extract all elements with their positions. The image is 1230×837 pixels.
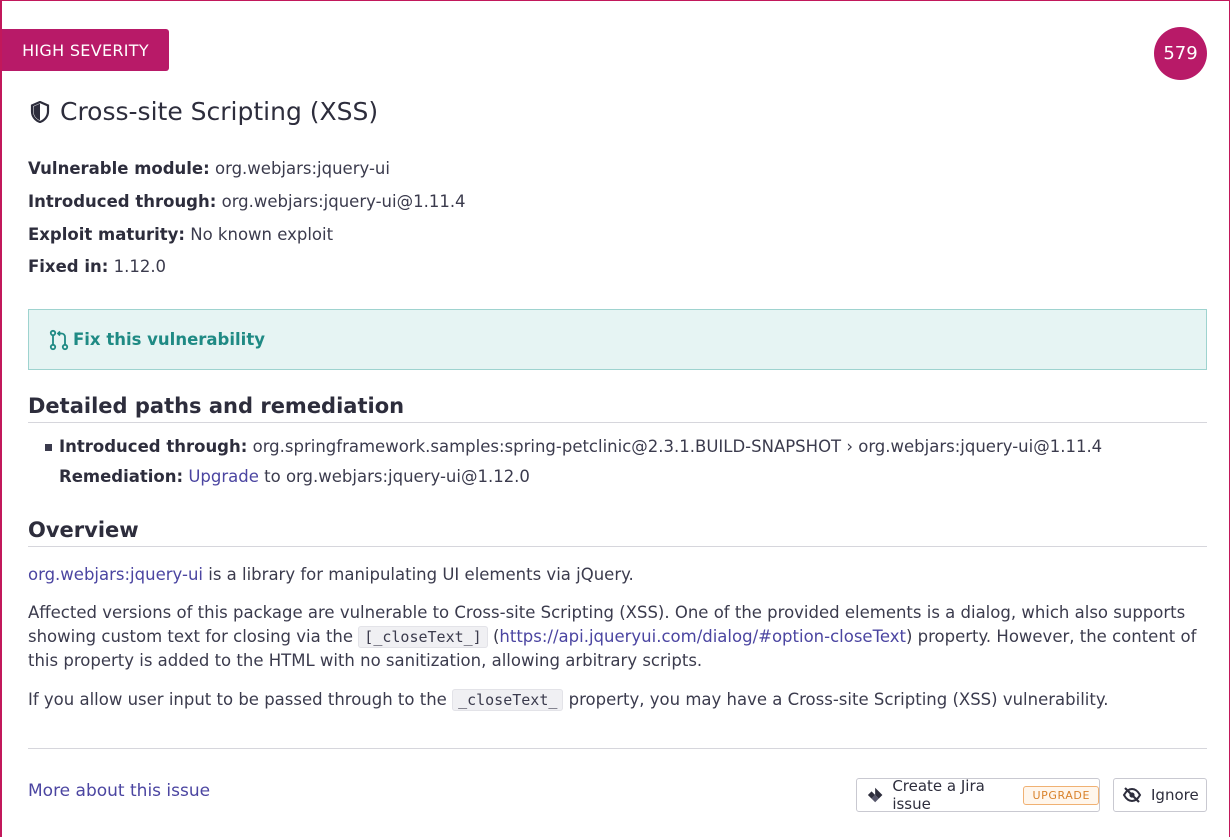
- exploit-maturity-row: Exploit maturity: No known exploit: [28, 225, 333, 244]
- vulnerable-module-value: org.webjars:jquery-ui: [214, 159, 390, 178]
- exploit-maturity-value: No known exploit: [190, 225, 334, 244]
- docs-link[interactable]: https://api.jqueryui.com/dialog/#option-…: [499, 627, 906, 646]
- package-link[interactable]: org.webjars:jquery-ui: [28, 565, 203, 584]
- remediation-text: to org.webjars:jquery-ui@1.12.0: [264, 467, 530, 486]
- overview-paragraph-3: If you allow user input to be passed thr…: [28, 688, 1207, 712]
- overview-paragraph-1: org.webjars:jquery-ui is a library for m…: [28, 563, 1207, 587]
- jira-icon: [867, 787, 883, 803]
- severity-badge: HIGH SEVERITY: [2, 29, 169, 71]
- vulnerability-title: Cross-site Scripting (XSS): [60, 97, 379, 126]
- introduced-through-value: org.webjars:jquery-ui@1.11.4: [221, 192, 466, 211]
- upgrade-tag: UPGRADE: [1023, 785, 1099, 805]
- path-introduced-row: Introduced through: org.springframework.…: [59, 437, 1102, 456]
- paths-heading: Detailed paths and remediation: [28, 394, 1207, 423]
- jira-button-label: Create a Jira issue: [892, 777, 985, 813]
- overview-p1-text: is a library for manipulating UI element…: [208, 565, 634, 584]
- footer-divider: [28, 748, 1207, 749]
- close-text-code: [_closeText_]: [358, 626, 488, 648]
- title-row: Cross-site Scripting (XSS): [30, 97, 378, 126]
- remediation-label: Remediation:: [59, 467, 184, 486]
- upgrade-link[interactable]: Upgrade: [188, 467, 259, 486]
- path-introduced-value: org.springframework.samples:spring-petcl…: [252, 437, 1103, 456]
- introduced-through-label: Introduced through:: [28, 192, 217, 211]
- vulnerability-card: HIGH SEVERITY 579 Cross-site Scripting (…: [0, 0, 1230, 837]
- close-text-code-2: _closeText_: [452, 689, 564, 711]
- overview-heading: Overview: [28, 518, 1207, 547]
- fix-vulnerability-button[interactable]: Fix this vulnerability: [28, 309, 1207, 370]
- fixed-in-value: 1.12.0: [113, 257, 167, 276]
- shield-icon: [30, 100, 50, 123]
- git-merge-icon: [49, 329, 69, 350]
- path-introduced-label: Introduced through:: [59, 437, 248, 456]
- fixed-in-label: Fixed in:: [28, 257, 109, 276]
- eye-off-icon: [1122, 787, 1142, 803]
- overview-paragraph-2: Affected versions of this package are vu…: [28, 603, 1197, 670]
- list-bullet: [45, 444, 52, 451]
- ignore-button[interactable]: Ignore: [1113, 778, 1207, 812]
- priority-score-badge: 579: [1154, 27, 1207, 80]
- fixed-in-row: Fixed in: 1.12.0: [28, 257, 166, 276]
- ignore-button-label: Ignore: [1151, 786, 1199, 804]
- exploit-maturity-label: Exploit maturity:: [28, 225, 185, 244]
- overview-p3-text-2: property, you may have a Cross-site Scri…: [568, 690, 1109, 709]
- overview-p3-text-1: If you allow user input to be passed thr…: [28, 690, 447, 709]
- introduced-through-row: Introduced through: org.webjars:jquery-u…: [28, 192, 466, 211]
- vulnerable-module-row: Vulnerable module: org.webjars:jquery-ui: [28, 159, 390, 178]
- create-jira-issue-button[interactable]: Create a Jira issue UPGRADE: [856, 777, 1100, 813]
- fix-vulnerability-label: Fix this vulnerability: [73, 330, 265, 349]
- vulnerable-module-label: Vulnerable module:: [28, 159, 210, 178]
- more-about-issue-link[interactable]: More about this issue: [28, 781, 210, 801]
- path-remediation-row: Remediation: Upgrade to org.webjars:jque…: [59, 467, 530, 486]
